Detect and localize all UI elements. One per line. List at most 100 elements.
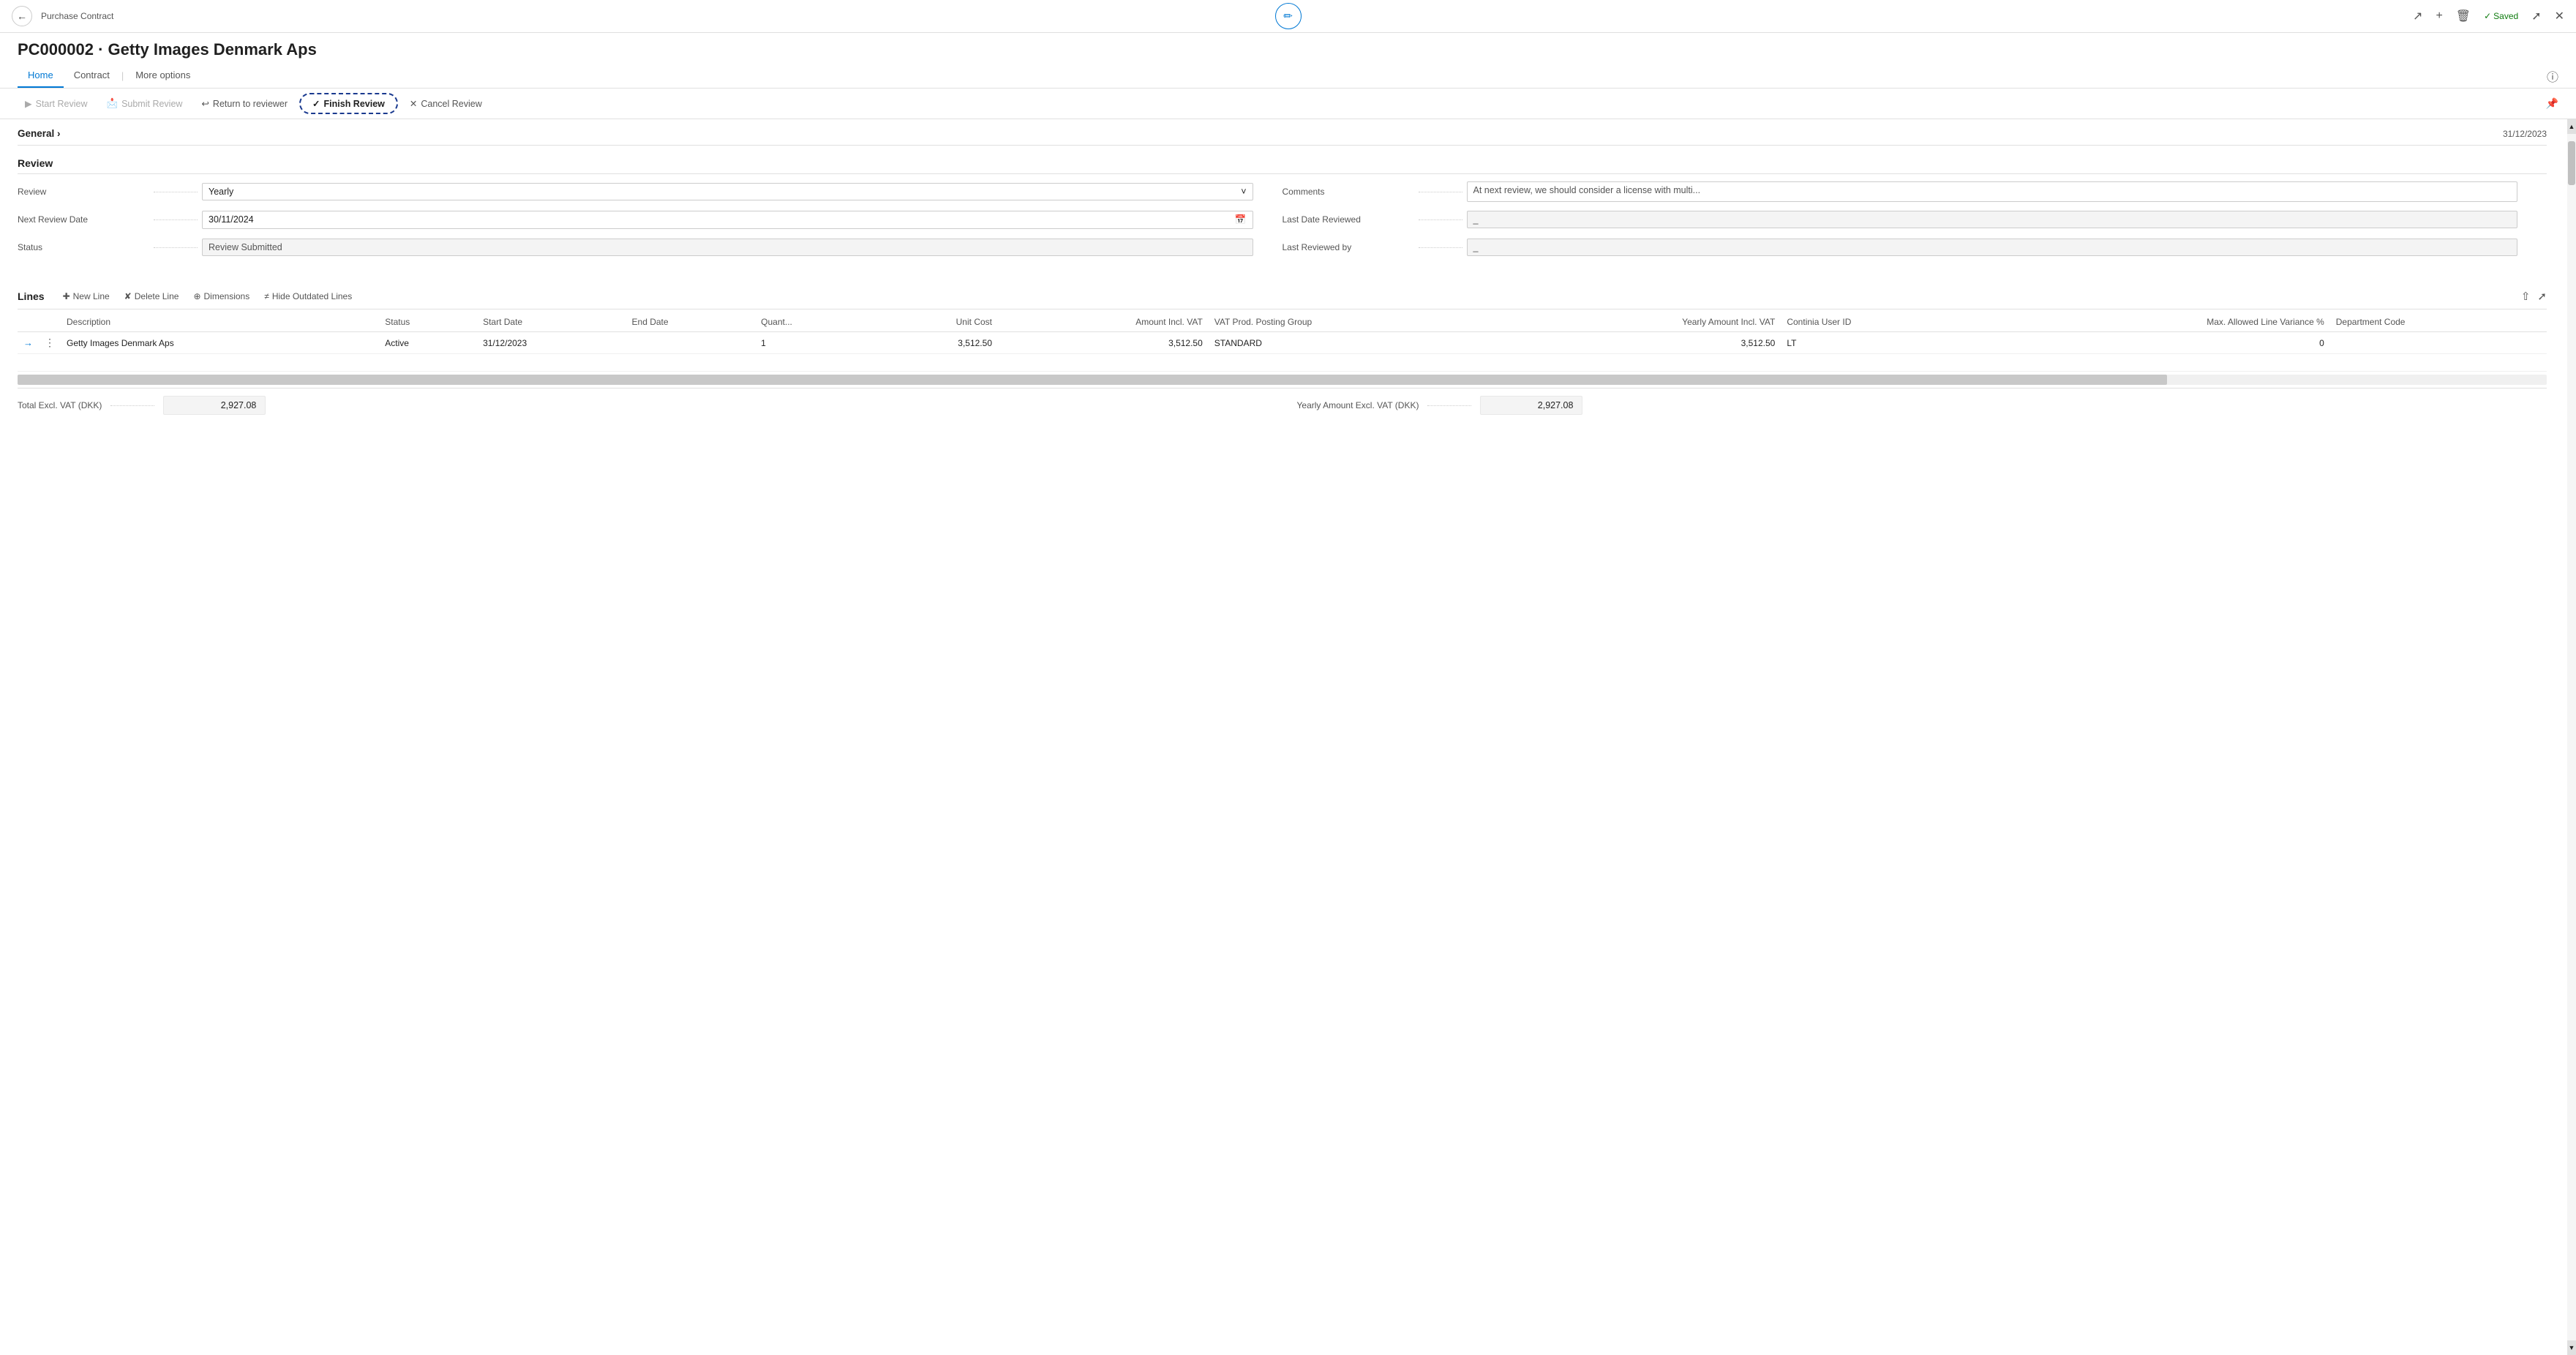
info-icon[interactable]: ⓘ <box>2547 67 2558 85</box>
col-dept-code: Department Code <box>2330 312 2547 332</box>
edit-circle-button[interactable]: ✏ <box>1275 3 1302 29</box>
scroll-handle[interactable] <box>2568 141 2575 185</box>
comments-row: Comments At next review, we should consi… <box>1283 181 2518 202</box>
tab-more-options[interactable]: More options <box>125 64 200 88</box>
scroll-down-button[interactable]: ▼ <box>2567 1340 2576 1355</box>
action-toolbar: ▶ Start Review 📩 Submit Review ↩ Return … <box>0 89 2576 119</box>
col-yearly-amount: Yearly Amount Incl. VAT <box>1501 312 1781 332</box>
scroll-track <box>2567 134 2576 1340</box>
expand-icon[interactable]: ➚ <box>2531 9 2541 23</box>
row-end-date <box>626 332 756 354</box>
collapse-icon[interactable]: ✕ <box>2555 9 2564 23</box>
col-quantity: Quant... <box>755 312 870 332</box>
col-vat-posting: VAT Prod. Posting Group <box>1209 312 1501 332</box>
calendar-icon: 📅 <box>1235 214 1247 225</box>
lines-share-icon[interactable]: ⇧ <box>2521 290 2531 303</box>
delete-icon[interactable]: 🗑 <box>2456 9 2471 23</box>
page-header: PC000002 · Getty Images Denmark Aps <box>0 33 2576 59</box>
return-to-reviewer-button[interactable]: ↩ Return to reviewer <box>194 94 295 113</box>
add-icon[interactable]: + <box>2436 10 2442 23</box>
page-title: PC000002 · Getty Images Denmark Aps <box>18 40 2558 59</box>
row-description: Getty Images Denmark Aps <box>61 332 379 354</box>
review-form-grid: Review Yearly ˅ Next Review Date <box>18 181 2547 265</box>
tab-home[interactable]: Home <box>18 64 64 88</box>
lines-expand-icon[interactable]: ➚ <box>2537 290 2547 303</box>
share-icon[interactable]: ↗ <box>2413 9 2422 23</box>
yearly-amount-label: Yearly Amount Excl. VAT (DKK) <box>1297 400 1419 410</box>
general-title[interactable]: General › <box>18 128 61 139</box>
scrollbar-thumb <box>18 375 2167 385</box>
lines-title: Lines <box>18 290 45 302</box>
status-row: Status Review Submitted <box>18 237 1253 258</box>
status-label: Status <box>18 242 149 252</box>
new-line-icon: ✚ <box>63 291 70 301</box>
comments-input[interactable]: At next review, we should consider a lic… <box>1467 181 2518 202</box>
tab-contract[interactable]: Contract <box>64 64 120 88</box>
horizontal-scrollbar[interactable] <box>18 375 2547 385</box>
next-review-date-input[interactable]: 30/11/2024 📅 <box>202 211 1253 229</box>
checkmark-icon: ✓ <box>312 98 320 109</box>
breadcrumb: Purchase Contract <box>41 11 113 21</box>
row-status: Active <box>379 332 477 354</box>
lines-actions: ✚ New Line ✘ Delete Line ⊕ Dimensions <box>56 288 359 304</box>
row-quantity: 1 <box>755 332 870 354</box>
lines-table-body: → ⋮ Getty Images Denmark Aps Active 31/1… <box>18 332 2547 372</box>
right-scrollbar[interactable]: ▲ ▼ <box>2567 119 2576 1355</box>
back-button[interactable]: ← <box>12 6 32 26</box>
hide-outdated-button[interactable]: ≠ Hide Outdated Lines <box>258 288 358 304</box>
delete-line-button[interactable]: ✘ Delete Line <box>118 288 186 304</box>
pin-icon[interactable]: 📌 <box>2546 97 2558 110</box>
row-dept-code <box>2330 332 2547 354</box>
delete-line-icon: ✘ <box>124 291 132 301</box>
top-bar: ← Purchase Contract ✏ ↗ + 🗑 ✓ Saved ➚ ✕ <box>0 0 2576 33</box>
last-reviewed-by-row: Last Reviewed by _ <box>1283 237 2518 258</box>
saved-badge: ✓ Saved <box>2484 11 2518 21</box>
lines-table: Description Status Start Date End Date Q… <box>18 312 2547 372</box>
cancel-review-button[interactable]: ✕ Cancel Review <box>402 94 489 113</box>
lines-header-row: Description Status Start Date End Date Q… <box>18 312 2547 332</box>
last-reviewed-by-value: _ <box>1467 239 2518 256</box>
check-icon: ✓ <box>2484 11 2491 21</box>
lines-table-header: Description Status Start Date End Date Q… <box>18 312 2547 332</box>
review-field-row: Review Yearly ˅ <box>18 181 1253 202</box>
last-date-reviewed-label: Last Date Reviewed <box>1283 214 1414 225</box>
review-form-left: Review Yearly ˅ Next Review Date <box>18 181 1283 265</box>
col-start-date: Start Date <box>477 312 626 332</box>
empty-row <box>18 354 2547 372</box>
col-continia-user: Continia User ID <box>1781 312 1984 332</box>
total-excl-vat-value: 2,927.08 <box>163 396 266 415</box>
yearly-amount-value: 2,927.08 <box>1480 396 1582 415</box>
dimensions-button[interactable]: ⊕ Dimensions <box>187 288 256 304</box>
col-status: Status <box>379 312 477 332</box>
top-right-actions: ↗ + 🗑 ✓ Saved ➚ ✕ <box>2413 9 2564 23</box>
last-date-reviewed-row: Last Date Reviewed _ <box>1283 209 2518 230</box>
row-continia-user: LT <box>1781 332 1984 354</box>
review-form-right: Comments At next review, we should consi… <box>1283 181 2547 265</box>
pencil-icon: ✏ <box>1283 10 1293 23</box>
review-section-title: Review <box>18 157 2547 174</box>
submit-review-button[interactable]: 📩 Submit Review <box>99 94 189 113</box>
general-date: 31/12/2023 <box>2503 129 2547 139</box>
footer-totals: Total Excl. VAT (DKK) 2,927.08 Yearly Am… <box>18 388 2547 422</box>
lines-header: Lines ✚ New Line ✘ Delete Line ⊕ Dimensi <box>18 288 2547 309</box>
row-vat-prod: STANDARD <box>1209 332 1501 354</box>
main-content: General › 31/12/2023 Review Review <box>0 119 2567 1355</box>
status-value: Review Submitted <box>202 239 1253 256</box>
row-menu-icon[interactable]: ⋮ <box>45 337 55 348</box>
total-excl-vat-label: Total Excl. VAT (DKK) <box>18 400 102 410</box>
comments-label: Comments <box>1283 187 1414 197</box>
general-section-header: General › 31/12/2023 <box>18 119 2547 146</box>
start-review-button[interactable]: ▶ Start Review <box>18 94 94 113</box>
review-dropdown[interactable]: Yearly ˅ <box>202 183 1253 200</box>
last-date-reviewed-value: _ <box>1467 211 2518 228</box>
toolbar-right: 📌 <box>2546 97 2558 110</box>
table-row: → ⋮ Getty Images Denmark Aps Active 31/1… <box>18 332 2547 354</box>
finish-review-button[interactable]: ✓ Finish Review <box>299 93 398 114</box>
col-unit-cost: Unit Cost <box>870 312 998 332</box>
submit-icon: 📩 <box>106 98 118 109</box>
review-field-label: Review <box>18 187 149 197</box>
dimensions-icon: ⊕ <box>193 291 200 301</box>
scroll-up-button[interactable]: ▲ <box>2567 119 2576 134</box>
play-icon: ▶ <box>25 98 32 109</box>
new-line-button[interactable]: ✚ New Line <box>56 288 116 304</box>
